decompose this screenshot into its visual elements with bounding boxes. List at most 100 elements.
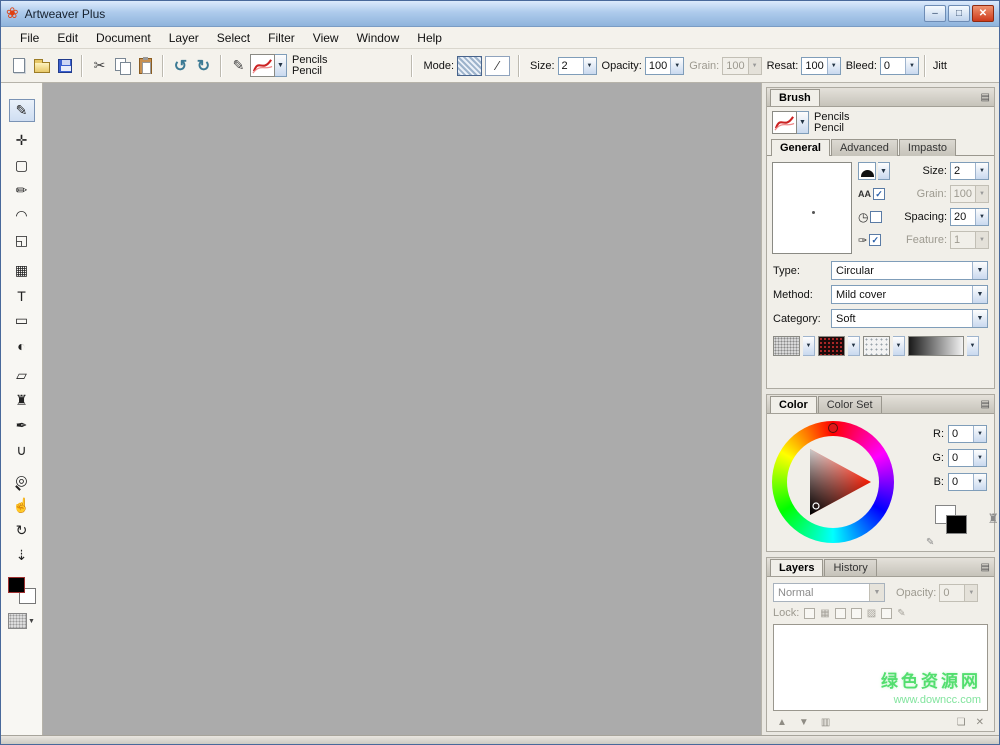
paper-texture-dropdown-icon[interactable]: ▼ — [803, 336, 815, 356]
save-button[interactable] — [53, 54, 76, 77]
brush-spacing-dropdown-icon[interactable]: ▼ — [975, 209, 988, 225]
gradient-swatch[interactable] — [908, 336, 964, 356]
panel-foreground-swatch[interactable] — [946, 515, 967, 534]
foreground-color-swatch[interactable] — [7, 577, 25, 593]
tab-general[interactable]: General — [771, 139, 830, 156]
title-bar[interactable]: ❀ Artweaver Plus – □ ✕ — [1, 1, 999, 27]
gradient-tool[interactable]: ◐ — [9, 334, 35, 357]
tab-advanced[interactable]: Advanced — [830, 139, 898, 156]
green-input[interactable]: 0 ▼ — [948, 449, 987, 467]
brush-panel-dropdown-icon[interactable]: ▼ — [797, 111, 809, 134]
pattern-selector[interactable]: ▼ — [8, 613, 35, 629]
menu-filter[interactable]: Filter — [259, 28, 304, 48]
pattern-stamp-tool[interactable]: ▦ — [9, 259, 35, 282]
brush-panel-preview[interactable] — [772, 111, 797, 134]
lasso-tool[interactable]: ◠ — [9, 204, 35, 227]
stamp-mini-icon[interactable]: ♜ — [987, 511, 999, 527]
panel-menu-icon[interactable]: ▤ — [981, 562, 990, 573]
green-dropdown-icon[interactable]: ▼ — [973, 450, 986, 466]
tab-history[interactable]: History — [824, 559, 877, 576]
copy-button[interactable] — [111, 54, 134, 77]
fill-tool[interactable]: ∪ — [9, 439, 35, 462]
type-select[interactable]: Circular ▼ — [831, 261, 988, 280]
bleed-dropdown-icon[interactable]: ▼ — [904, 57, 918, 74]
move-tool[interactable]: ✛ — [9, 129, 35, 152]
paint-tool[interactable]: ✎ — [8, 99, 35, 122]
pencil-tool[interactable]: ✏ — [9, 179, 35, 202]
tab-color[interactable]: Color — [770, 396, 817, 413]
brush-dropdown-icon[interactable]: ▼ — [275, 54, 287, 77]
brush-spacing-input[interactable]: 20 ▼ — [950, 208, 989, 226]
layers-list[interactable]: 绿色资源网 www.downcc.com — [773, 624, 988, 711]
mode-paint-button[interactable] — [457, 55, 483, 76]
panel-menu-icon[interactable]: ▤ — [981, 92, 990, 103]
saturation-triangle[interactable] — [787, 436, 879, 528]
undo-button[interactable]: ↺ — [169, 54, 192, 77]
size-input[interactable]: 2 ▼ — [557, 56, 597, 75]
panel-menu-icon[interactable]: ▤ — [981, 399, 990, 410]
opacity-input[interactable]: 100 ▼ — [644, 56, 685, 75]
method-select[interactable]: Mild cover ▼ — [831, 285, 988, 304]
new-document-button[interactable] — [7, 54, 30, 77]
hand-tool[interactable]: ☝ — [9, 494, 35, 517]
mode-line-button[interactable]: ∕ — [485, 55, 511, 76]
opacity-dropdown-icon[interactable]: ▼ — [670, 57, 684, 74]
close-button[interactable]: ✕ — [972, 5, 994, 22]
tab-layers[interactable]: Layers — [770, 559, 824, 576]
crop-tool[interactable]: ◱ — [9, 229, 35, 252]
paper-texture-swatch[interactable] — [773, 336, 800, 356]
zoom-tool[interactable]: ◎ — [9, 469, 35, 492]
dots-texture-swatch[interactable] — [863, 336, 890, 356]
open-button[interactable] — [30, 54, 53, 77]
minimize-button[interactable]: – — [924, 5, 946, 22]
menu-help[interactable]: Help — [408, 28, 451, 48]
bleed-input[interactable]: 0 ▼ — [879, 56, 919, 75]
size-dropdown-icon[interactable]: ▼ — [582, 57, 596, 74]
blue-dropdown-icon[interactable]: ▼ — [973, 474, 986, 490]
toolbar-separator — [518, 54, 521, 77]
pattern-texture-dropdown-icon[interactable]: ▼ — [848, 336, 860, 356]
menu-layer[interactable]: Layer — [160, 28, 208, 48]
palette-knife-tool[interactable]: ✒ — [9, 414, 35, 437]
tab-brush[interactable]: Brush — [770, 89, 820, 106]
brush-size-dropdown-icon[interactable]: ▼ — [975, 163, 988, 179]
maximize-button[interactable]: □ — [948, 5, 970, 22]
clone-stamp-tool[interactable]: ♜ — [9, 389, 35, 412]
brush-preview-swatch[interactable] — [250, 54, 275, 77]
rotate-view-tool[interactable]: ↻ — [9, 519, 35, 542]
resat-dropdown-icon[interactable]: ▼ — [826, 57, 840, 74]
cut-button[interactable]: ✂ — [88, 54, 111, 77]
bristle-checkbox[interactable] — [869, 234, 882, 246]
menu-select[interactable]: Select — [208, 28, 259, 48]
shape-tool[interactable]: ▭ — [9, 309, 35, 332]
hue-marker[interactable] — [828, 423, 838, 433]
eraser-tool[interactable]: ▱ — [9, 364, 35, 387]
timing-checkbox[interactable] — [870, 211, 883, 223]
menu-file[interactable]: File — [11, 28, 48, 48]
redo-button[interactable]: ↻ — [192, 54, 215, 77]
tab-impasto[interactable]: Impasto — [898, 139, 957, 156]
pattern-texture-swatch[interactable] — [818, 336, 845, 356]
red-dropdown-icon[interactable]: ▼ — [973, 426, 986, 442]
paste-button[interactable] — [134, 54, 157, 77]
dots-texture-dropdown-icon[interactable]: ▼ — [893, 336, 905, 356]
menu-document[interactable]: Document — [87, 28, 160, 48]
tip-shape-selector[interactable] — [858, 162, 876, 180]
brush-size-input[interactable]: 2 ▼ — [950, 162, 989, 180]
blue-input[interactable]: 0 ▼ — [948, 473, 987, 491]
color-wheel[interactable] — [772, 421, 894, 543]
text-tool[interactable]: T — [9, 284, 35, 307]
selection-tool[interactable]: ▢ — [9, 154, 35, 177]
resat-input[interactable]: 100 ▼ — [801, 56, 841, 75]
canvas-area[interactable] — [43, 83, 761, 735]
gradient-dropdown-icon[interactable]: ▼ — [967, 336, 979, 356]
red-input[interactable]: 0 ▼ — [948, 425, 987, 443]
menu-window[interactable]: Window — [348, 28, 409, 48]
menu-edit[interactable]: Edit — [48, 28, 87, 48]
antialias-checkbox[interactable] — [873, 188, 885, 200]
tip-dropdown-icon[interactable]: ▼ — [878, 162, 890, 180]
tab-color-set[interactable]: Color Set — [817, 396, 882, 413]
category-select[interactable]: Soft ▼ — [831, 309, 988, 328]
menu-view[interactable]: View — [304, 28, 348, 48]
color-picker-tool[interactable]: ⇣ — [9, 544, 35, 567]
